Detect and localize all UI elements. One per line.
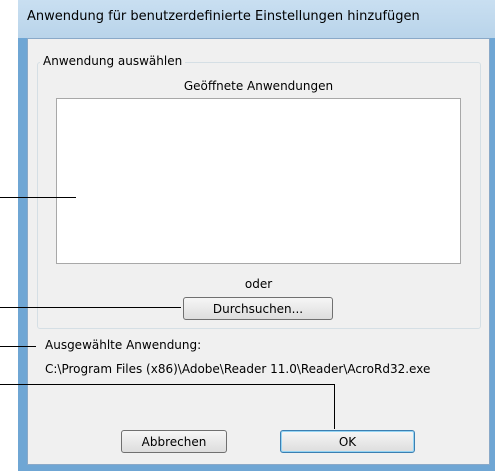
browse-button[interactable]: Durchsuchen... — [183, 297, 333, 320]
ok-button[interactable]: OK — [280, 430, 415, 453]
callout-line-list — [0, 197, 76, 198]
callout-line-ok-horizontal — [0, 384, 335, 385]
group-legend: Anwendung auswählen — [40, 54, 186, 68]
cancel-button[interactable]: Abbrechen — [121, 430, 227, 453]
callout-line-browse — [0, 307, 181, 308]
open-applications-caption: Geöffnete Anwendungen — [183, 79, 334, 93]
dialog-title: Anwendung für benutzerdefinierte Einstel… — [27, 9, 420, 24]
dialog-window: Anwendung für benutzerdefinierte Einstel… — [18, 0, 495, 471]
callout-line-ok-vertical — [334, 384, 335, 429]
or-label: oder — [244, 277, 273, 291]
dialog-content: Anwendung auswählen Geöffnete Anwendunge… — [27, 38, 490, 465]
open-applications-list[interactable] — [56, 98, 461, 264]
title-bar[interactable]: Anwendung für benutzerdefinierte Einstel… — [18, 0, 495, 38]
selected-application-path: C:\Program Files (x86)\Adobe\Reader 11.0… — [45, 362, 431, 376]
callout-line-selected — [0, 346, 36, 347]
selected-application-label: Ausgewählte Anwendung: — [45, 338, 202, 352]
